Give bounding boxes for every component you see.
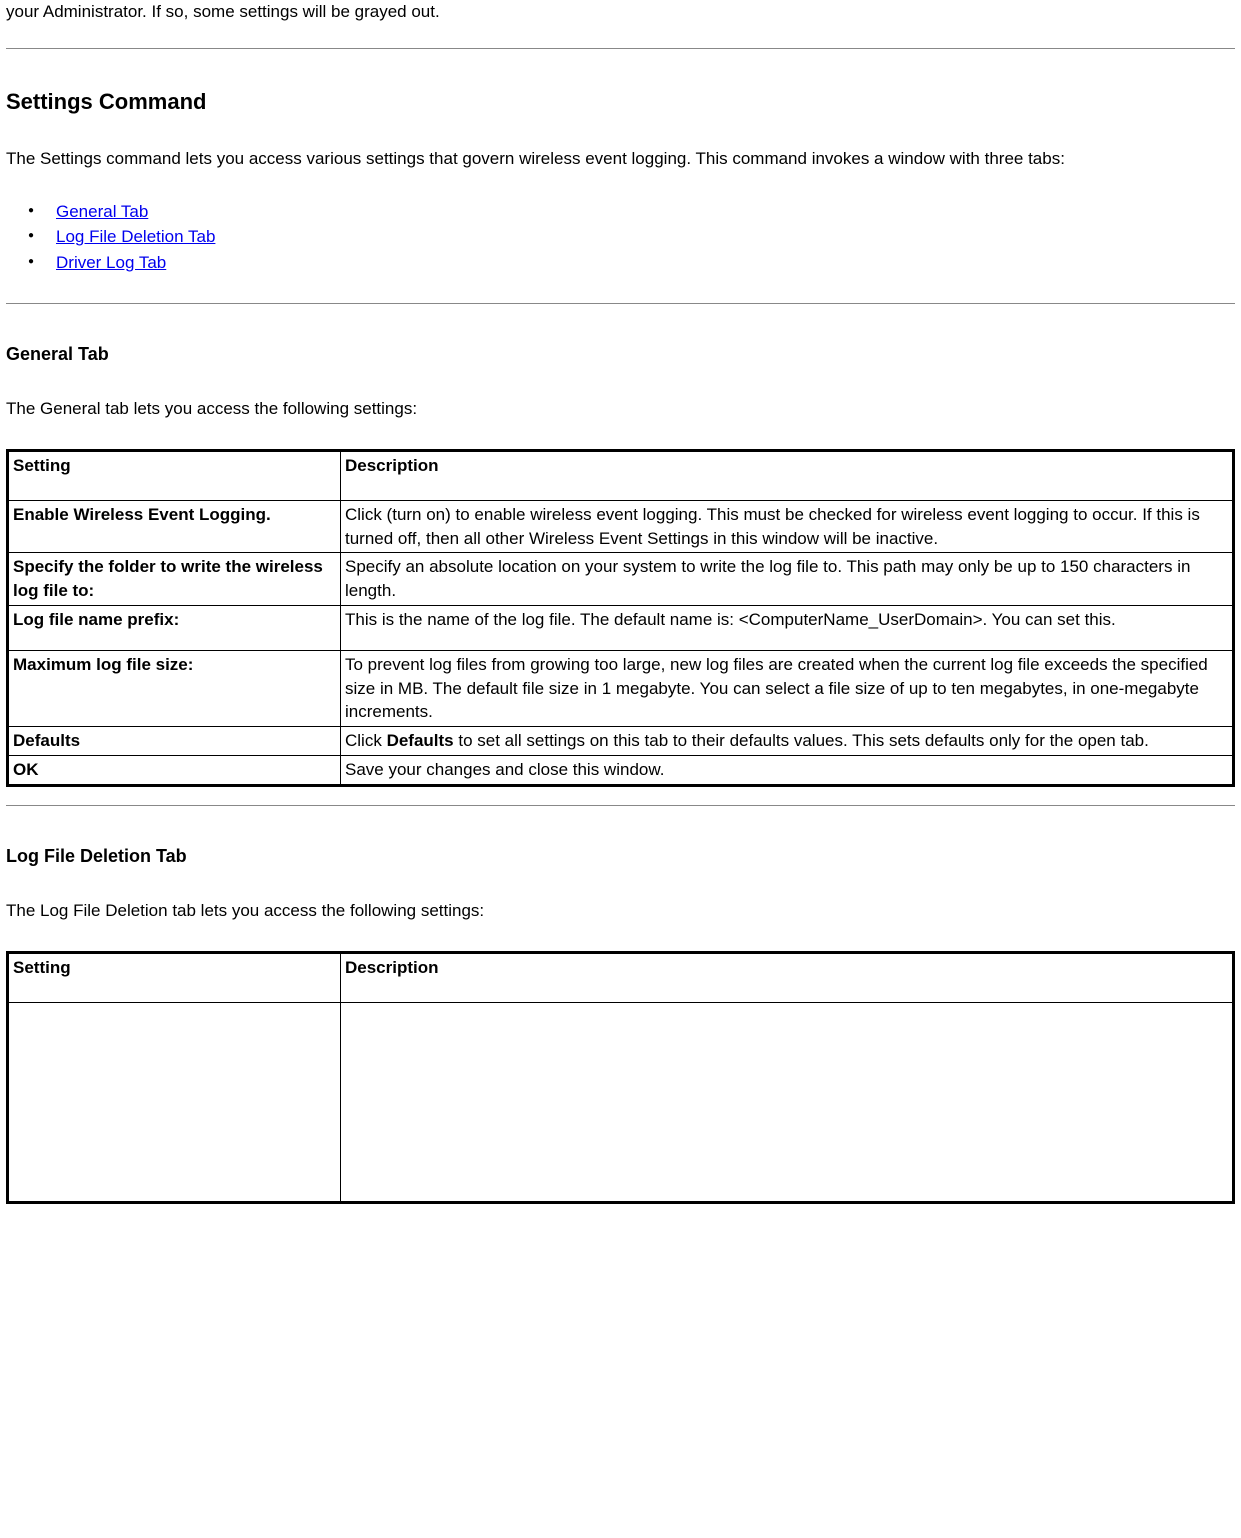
general-tab-table: Setting Description Enable Wireless Even… (6, 449, 1235, 787)
tab-links-list: General Tab Log File Deletion Tab Driver… (6, 199, 1235, 276)
setting-cell: Enable Wireless Event Logging. (8, 500, 341, 553)
table-row: Maximum log file size: To prevent log fi… (8, 650, 1234, 726)
desc-bold: Defaults (387, 731, 454, 750)
divider (6, 48, 1235, 49)
table-header-row: Setting Description (8, 952, 1234, 1002)
setting-cell (8, 1002, 341, 1202)
desc-text: to set all settings on this tab to their… (454, 731, 1149, 750)
col-header-description: Description (341, 952, 1234, 1002)
description-cell: Specify an absolute location on your sys… (341, 553, 1234, 606)
log-file-deletion-table: Setting Description (6, 951, 1235, 1204)
divider (6, 303, 1235, 304)
setting-cell: OK (8, 756, 341, 786)
table-header-row: Setting Description (8, 450, 1234, 500)
general-tab-heading: General Tab (6, 344, 1235, 365)
list-item: General Tab (56, 199, 1235, 225)
table-row (8, 1002, 1234, 1202)
list-item: Driver Log Tab (56, 250, 1235, 276)
intro-paragraph: your Administrator. If so, some settings… (6, 0, 1235, 24)
settings-command-heading: Settings Command (6, 89, 1235, 115)
log-file-deletion-heading: Log File Deletion Tab (6, 846, 1235, 867)
table-row: Defaults Click Defaults to set all setti… (8, 727, 1234, 756)
log-file-deletion-tab-link[interactable]: Log File Deletion Tab (56, 227, 215, 246)
desc-text: Click (345, 731, 387, 750)
table-row: Specify the folder to write the wireless… (8, 553, 1234, 606)
description-cell: To prevent log files from growing too la… (341, 650, 1234, 726)
description-cell: Save your changes and close this window. (341, 756, 1234, 786)
description-cell (341, 1002, 1234, 1202)
log-file-deletion-paragraph: The Log File Deletion tab lets you acces… (6, 899, 1235, 923)
col-header-description: Description (341, 450, 1234, 500)
setting-cell: Log file name prefix: (8, 606, 341, 651)
list-item: Log File Deletion Tab (56, 224, 1235, 250)
setting-cell: Defaults (8, 727, 341, 756)
description-cell: This is the name of the log file. The de… (341, 606, 1234, 651)
table-row: OK Save your changes and close this wind… (8, 756, 1234, 786)
col-header-setting: Setting (8, 952, 341, 1002)
setting-cell: Maximum log file size: (8, 650, 341, 726)
divider (6, 805, 1235, 806)
driver-log-tab-link[interactable]: Driver Log Tab (56, 253, 166, 272)
settings-command-paragraph: The Settings command lets you access var… (6, 147, 1235, 171)
general-tab-link[interactable]: General Tab (56, 202, 148, 221)
table-row: Log file name prefix: This is the name o… (8, 606, 1234, 651)
description-cell: Click Defaults to set all settings on th… (341, 727, 1234, 756)
description-cell: Click (turn on) to enable wireless event… (341, 500, 1234, 553)
table-row: Enable Wireless Event Logging. Click (tu… (8, 500, 1234, 553)
col-header-setting: Setting (8, 450, 341, 500)
setting-cell: Specify the folder to write the wireless… (8, 553, 341, 606)
general-tab-paragraph: The General tab lets you access the foll… (6, 397, 1235, 421)
